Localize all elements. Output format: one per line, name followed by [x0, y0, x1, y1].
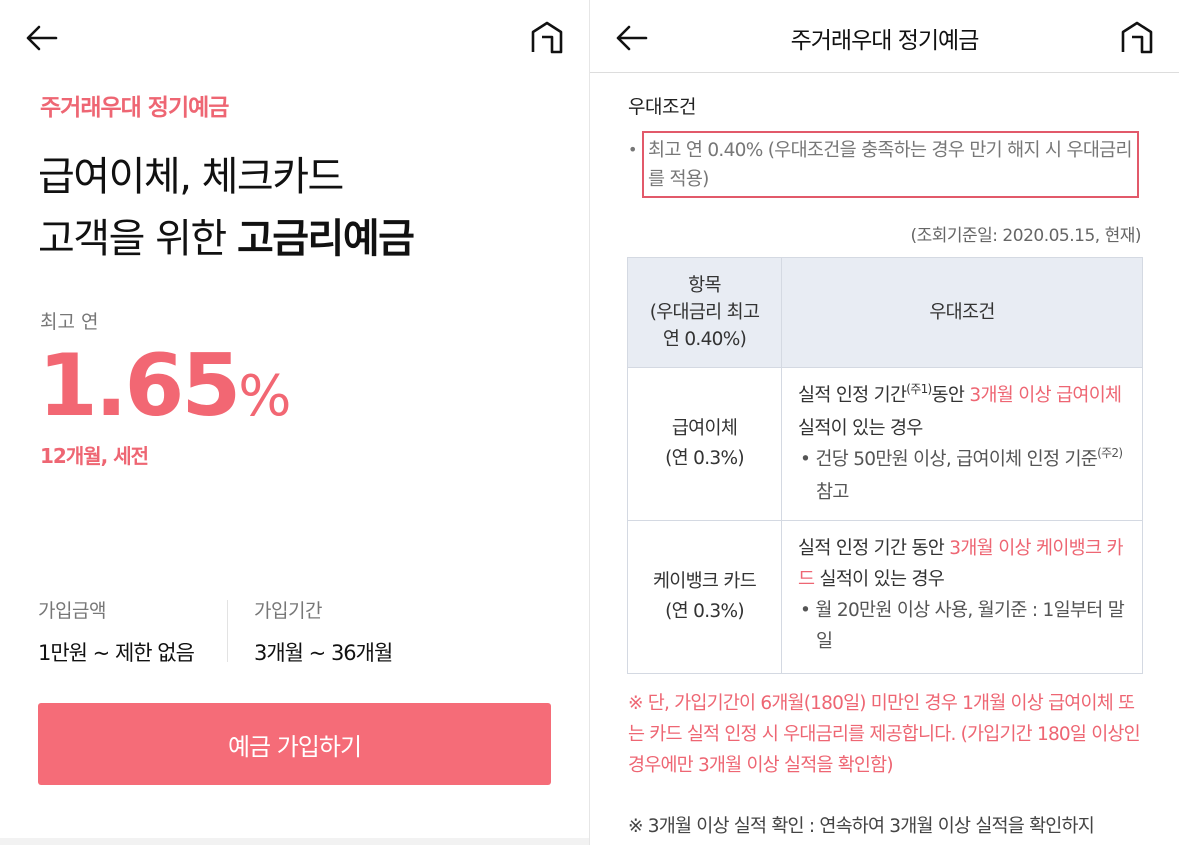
headline-line2: 고객을 위한 고금리예금: [38, 208, 415, 270]
product-name: 주거래우대 정기예금: [40, 95, 229, 121]
amount-info: 가입금액 1만원 ~ 제한 없음: [38, 596, 195, 667]
condition-cell: 실적 인정 기간 동안 3개월 이상 케이뱅크 카드 실적이 있는 경우 • 월…: [781, 520, 1143, 674]
rate-caption: 최고 연: [40, 311, 99, 333]
item-rate: (연 0.3%): [665, 448, 744, 469]
item-cell: 케이뱅크 카드 (연 0.3%): [627, 520, 782, 674]
rate-number: 1.65: [38, 336, 241, 436]
headline-line1: 급여이체, 체크카드: [38, 154, 344, 200]
join-deposit-button[interactable]: 예금 가입하기: [38, 703, 551, 785]
max-preferential-rate-highlight: 최고 연 0.40% (우대조건을 충족하는 경우 만기 해지 시 우대금리를 …: [642, 131, 1139, 198]
bottom-band: [0, 838, 589, 845]
notice-performance-check: ※ 3개월 이상 실적 확인 : 연속하여 3개월 이상 실적을 확인하지: [628, 816, 1095, 837]
table-header-row: 항목 (우대금리 최고 연 0.40%) 우대조건: [627, 257, 1143, 368]
table-row: 급여이체 (연 0.3%) 실적 인정 기간(주1)동안 3개월 이상 급여이체…: [627, 367, 1143, 521]
period-label: 가입기간: [254, 600, 322, 622]
info-divider: [227, 600, 228, 662]
condition-text-c: 실적이 있는 경우: [798, 418, 923, 439]
conditions-table: 항목 (우대금리 최고 연 0.40%) 우대조건 급여이체 (연 0.3%) …: [627, 257, 1143, 674]
item-cell: 급여이체 (연 0.3%): [627, 367, 782, 521]
header-condition: 우대조건: [781, 257, 1143, 368]
header-item-line1: 항목: [688, 275, 721, 296]
back-arrow-icon: [26, 25, 58, 51]
header-item-line3: 연 0.40%): [662, 329, 747, 350]
condition-note: • 월 20만원 이상 사용, 월기준 : 1일부터 말일: [800, 600, 1125, 652]
condition-highlight: 3개월 이상 급여이체: [969, 385, 1122, 406]
page-title: 주거래우대 정기예금: [790, 28, 980, 54]
condition-text-a: 실적 인정 기간: [798, 385, 907, 406]
rate-note: 12개월, 세전: [40, 444, 149, 468]
condition-note-a: • 건당 50만원 이상, 급여이체 인정 기준: [800, 449, 1098, 470]
preferential-conditions-screen: 주거래우대 정기예금 우대조건 • 최고 연 0.40% (우대조건을 충족하는…: [590, 0, 1179, 845]
condition-note-b: 참고: [816, 482, 849, 503]
home-icon: [1121, 21, 1153, 54]
headline-line2-bold: 고금리예금: [236, 216, 415, 262]
max-rate: 1.65%: [38, 336, 291, 447]
condition-text: 실적 인정 기간(주1)동안 3개월 이상 급여이체 실적이 있는 경우: [798, 380, 1136, 444]
home-button[interactable]: [1117, 18, 1157, 58]
back-button[interactable]: [22, 18, 62, 58]
condition-cell: 실적 인정 기간(주1)동안 3개월 이상 급여이체 실적이 있는 경우 • 건…: [781, 367, 1143, 521]
reference-date: (조회기준일: 2020.05.15, 현재): [910, 226, 1141, 246]
condition-text: 실적 인정 기간 동안 3개월 이상 케이뱅크 카드 실적이 있는 경우: [798, 533, 1136, 595]
condition-text-c: 실적이 있는 경우: [814, 569, 945, 590]
footnote-ref: (주1): [906, 382, 932, 396]
home-icon: [531, 21, 563, 54]
footnote-ref: (주2): [1097, 446, 1123, 460]
header-divider: [590, 72, 1179, 73]
period-info: 가입기간 3개월 ~ 36개월: [254, 596, 393, 667]
amount-value: 1만원 ~ 제한 없음: [38, 641, 195, 665]
item-name: 케이뱅크 카드: [652, 571, 757, 592]
bullet: •: [628, 140, 638, 159]
amount-label: 가입금액: [38, 600, 106, 622]
condition-text-b: 동안: [931, 385, 970, 406]
home-button[interactable]: [527, 18, 567, 58]
headline: 급여이체, 체크카드 고객을 위한 고금리예금: [38, 146, 415, 270]
headline-line2-prefix: 고객을 위한: [38, 216, 237, 262]
section-title: 우대조건: [628, 96, 696, 118]
top-bar: 주거래우대 정기예금: [590, 0, 1179, 72]
item-name: 급여이체: [671, 418, 738, 439]
product-intro-screen: 주거래우대 정기예금 급여이체, 체크카드 고객을 위한 고금리예금 최고 연 …: [0, 0, 589, 845]
condition-text-a: 실적 인정 기간 동안: [798, 538, 950, 559]
table-row: 케이뱅크 카드 (연 0.3%) 실적 인정 기간 동안 3개월 이상 케이뱅크…: [627, 520, 1143, 674]
rate-unit: %: [238, 364, 292, 429]
condition-note: • 건당 50만원 이상, 급여이체 인정 기준(주2) 참고: [798, 444, 1136, 508]
notice-short-term: ※ 단, 가입기간이 6개월(180일) 미만인 경우 1개월 이상 급여이체 …: [628, 693, 1141, 776]
item-rate: (연 0.3%): [665, 601, 744, 622]
period-value: 3개월 ~ 36개월: [254, 641, 393, 665]
header-item: 항목 (우대금리 최고 연 0.40%): [627, 257, 782, 368]
header-item-line2: (우대금리 최고: [649, 302, 760, 323]
top-bar: [0, 0, 589, 72]
